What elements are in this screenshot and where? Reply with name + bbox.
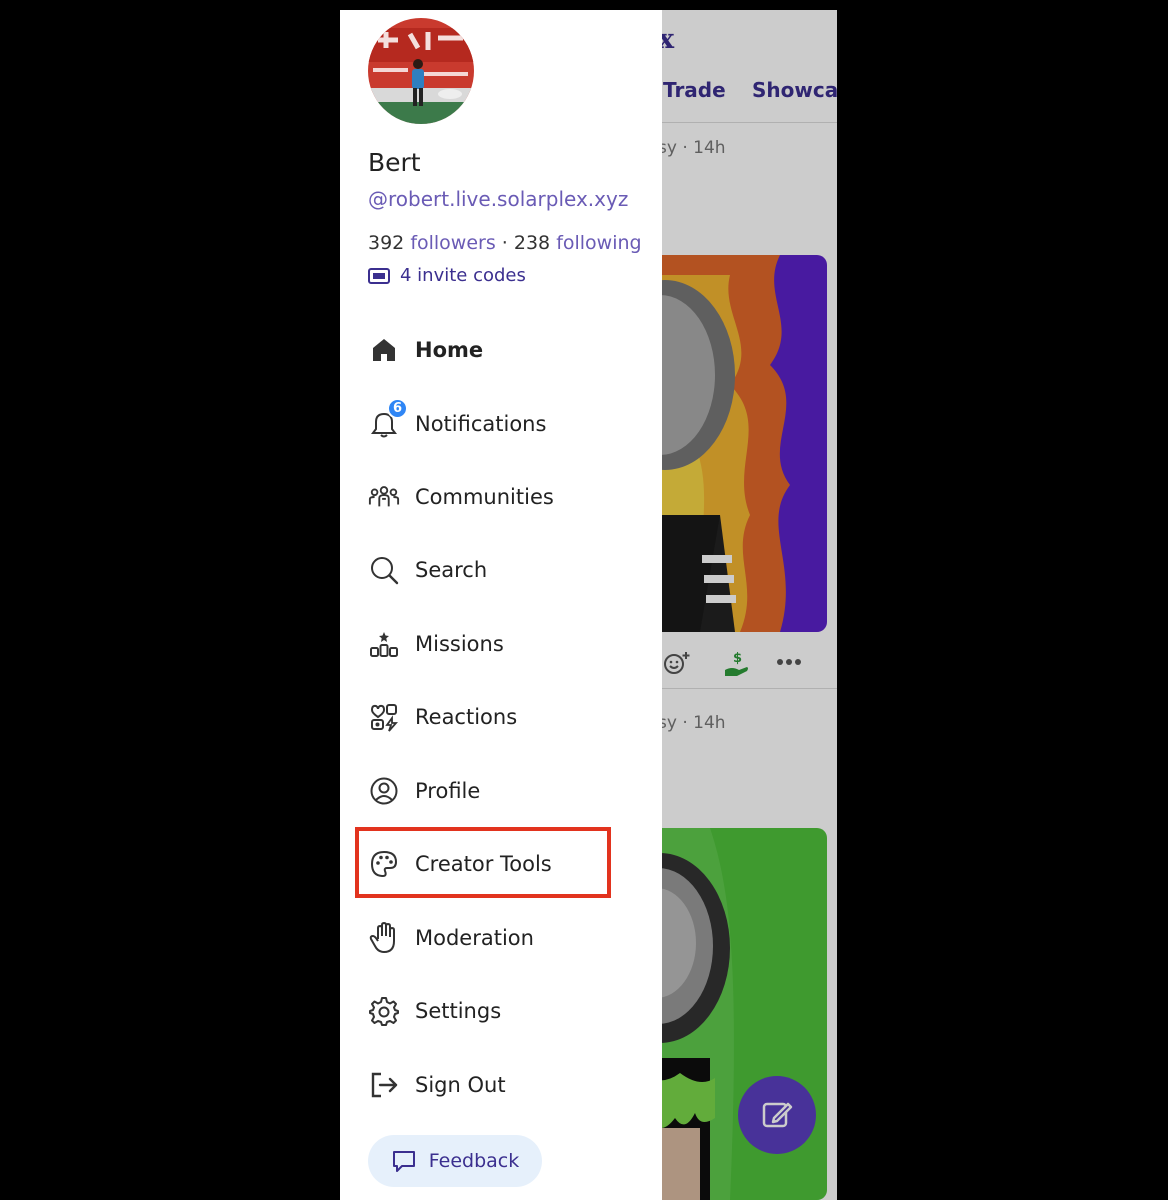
- menu-item-moderation[interactable]: Moderation: [368, 916, 638, 960]
- followers-count: 392: [368, 232, 405, 254]
- menu-item-label: Sign Out: [415, 1073, 506, 1097]
- home-icon: [368, 334, 400, 366]
- menu-item-label: Notifications: [415, 412, 547, 436]
- menu-item-label: Missions: [415, 632, 504, 656]
- chat-bubble-icon: [391, 1148, 417, 1174]
- menu-item-communities[interactable]: Communities: [368, 475, 638, 519]
- following-link[interactable]: following: [556, 232, 641, 254]
- sign-out-icon: [368, 1069, 400, 1101]
- menu-item-label: Moderation: [415, 926, 534, 950]
- menu-item-profile[interactable]: Profile: [368, 769, 638, 813]
- reactions-icon: [368, 701, 400, 733]
- profile-name: Bert: [368, 148, 421, 177]
- stats-separator: ·: [495, 232, 514, 254]
- menu-item-notifications[interactable]: 6 Notifications: [368, 398, 638, 446]
- invite-codes-label: 4 invite codes: [400, 265, 526, 286]
- menu-item-label: Home: [415, 338, 484, 362]
- feedback-label: Feedback: [428, 1150, 520, 1172]
- notification-badge: 6: [387, 398, 408, 419]
- invite-codes-link[interactable]: 4 invite codes: [368, 265, 526, 286]
- hand-icon: [368, 922, 400, 954]
- feedback-button[interactable]: Feedback: [368, 1135, 542, 1187]
- menu-item-label: Reactions: [415, 705, 518, 729]
- profile-handle[interactable]: @robert.live.solarplex.xyz: [368, 187, 628, 211]
- menu-item-missions[interactable]: Missions: [368, 622, 638, 666]
- communities-icon: [368, 481, 400, 513]
- profile-icon: [368, 775, 400, 807]
- followers-link[interactable]: followers: [410, 232, 495, 254]
- highlight-box: [355, 827, 611, 898]
- menu-item-settings[interactable]: Settings: [368, 989, 638, 1033]
- bell-icon: 6: [368, 398, 408, 440]
- ticket-icon: [368, 267, 390, 284]
- menu-item-search[interactable]: Search: [368, 548, 638, 592]
- menu-item-reactions[interactable]: Reactions: [368, 695, 638, 739]
- search-icon: [368, 554, 400, 586]
- follow-stats: 392 followers · 238 following: [368, 232, 642, 254]
- missions-icon: [368, 628, 400, 660]
- menu-item-label: Settings: [415, 999, 502, 1023]
- following-count: 238: [513, 232, 551, 254]
- menu-item-sign-out[interactable]: Sign Out: [368, 1063, 638, 1107]
- menu-item-label: Profile: [415, 779, 481, 803]
- menu-item-label: Communities: [415, 485, 554, 509]
- gear-icon: [368, 995, 400, 1027]
- menu-item-label: Search: [415, 558, 488, 582]
- side-drawer: Bert @robert.live.solarplex.xyz 392 foll…: [340, 10, 662, 1200]
- menu-item-home[interactable]: Home: [368, 328, 638, 372]
- phone-screen: x Trade Showcas sy · 14h E: [340, 10, 837, 1200]
- avatar[interactable]: [368, 18, 474, 124]
